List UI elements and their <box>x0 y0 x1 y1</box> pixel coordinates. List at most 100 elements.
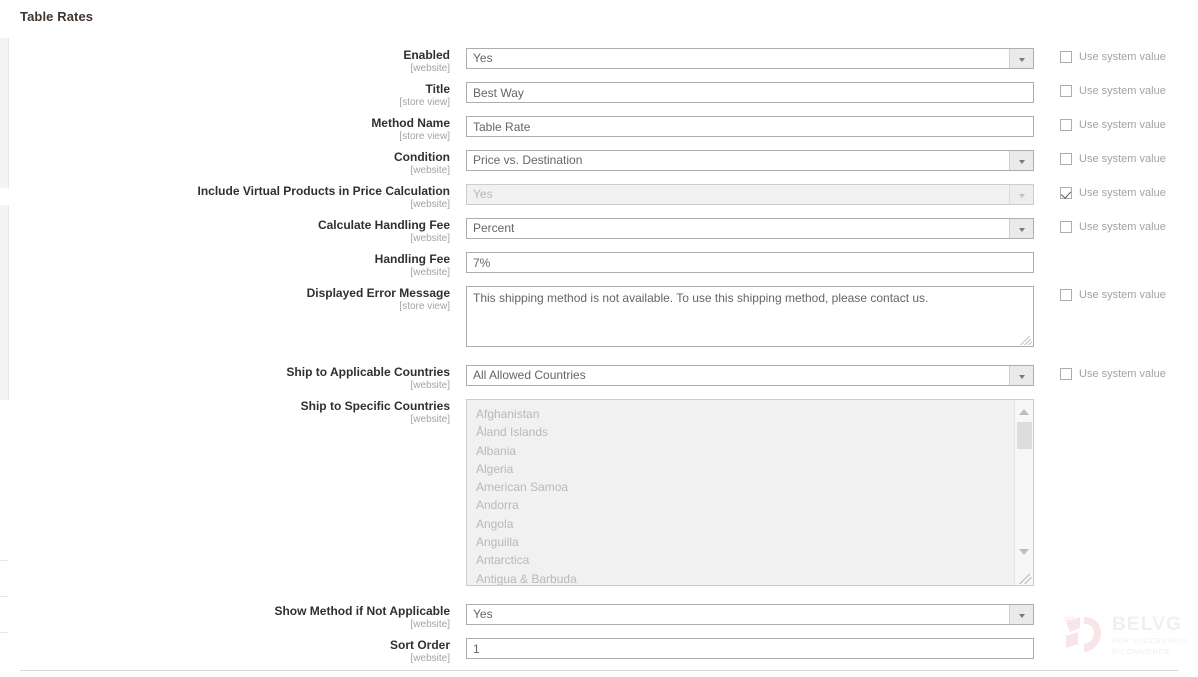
field-label-calculate_handling_fee: Calculate Handling Fee [website] <box>0 218 460 245</box>
ship_to_specific_countries-multiselect: Afghanistan Åland Islands Albania Algeria Am… <box>466 399 1034 586</box>
field-control-ship_to_applicable_countries: All Allowed Countries <box>466 365 1034 386</box>
include_virtual_products-selected-value: Yes <box>473 187 493 201</box>
field-scope-text: [website] <box>410 233 450 244</box>
use-system-value-calculate_handling_fee[interactable]: Use system value <box>1060 221 1166 233</box>
chevron-down-icon <box>1009 185 1033 204</box>
field-label-sort_order: Sort Order [website] <box>0 638 460 665</box>
field-label-text: Title <box>425 82 450 96</box>
field-control-show_method_if_not_applicable: Yes <box>466 604 1034 625</box>
include_virtual_products-select: Yes <box>466 184 1034 205</box>
scroll-up-icon[interactable] <box>1019 409 1029 415</box>
checkbox-icon[interactable] <box>1060 85 1072 97</box>
scrollbar-thumb[interactable] <box>1017 422 1032 449</box>
use-system-value-label: Use system value <box>1079 368 1166 380</box>
checkbox-icon[interactable] <box>1060 119 1072 131</box>
use-system-value-label: Use system value <box>1079 153 1166 165</box>
left-edge-tick <box>0 596 8 597</box>
field-control-title <box>466 82 1034 103</box>
field-scope-text: [website] <box>410 380 450 391</box>
use-system-value-label: Use system value <box>1079 221 1166 233</box>
field-control-handling_fee <box>466 252 1034 273</box>
use-system-value-ship_to_applicable_countries[interactable]: Use system value <box>1060 368 1166 380</box>
use-system-value-include_virtual_products[interactable]: Use system value <box>1060 187 1166 199</box>
field-scope-text: [website] <box>410 414 450 425</box>
field-scope-text: [website] <box>410 199 450 210</box>
use-system-value-title[interactable]: Use system value <box>1060 85 1166 97</box>
field-control-include_virtual_products: Yes <box>466 184 1034 205</box>
list-item: Albania <box>476 443 517 458</box>
show_method_if_not_applicable-selected-value: Yes <box>473 607 493 621</box>
left-edge-tick <box>0 560 8 561</box>
page-title: Table Rates <box>20 9 94 24</box>
method_name-input[interactable] <box>466 116 1034 137</box>
field-label-ship_to_specific_countries: Ship to Specific Countries [website] <box>0 399 460 426</box>
sort_order-input[interactable] <box>466 638 1034 659</box>
field-label-ship_to_applicable_countries: Ship to Applicable Countries [website] <box>0 365 460 392</box>
field-scope-text: [store view] <box>399 97 450 108</box>
displayed_error_message-textarea[interactable]: This shipping method is not available. T… <box>466 286 1034 347</box>
list-item: Anguilla <box>476 535 519 550</box>
enabled-select[interactable]: Yes <box>466 48 1034 69</box>
belvg-watermark: 101 BELVG FOR SUCCESSFUL E-COMMERCE <box>1062 612 1194 660</box>
checkbox-icon[interactable] <box>1060 187 1072 199</box>
use-system-value-method_name[interactable]: Use system value <box>1060 119 1166 131</box>
ship_to_applicable_countries-select[interactable]: All Allowed Countries <box>466 365 1034 386</box>
checkbox-icon[interactable] <box>1060 51 1072 63</box>
checkbox-icon[interactable] <box>1060 368 1072 380</box>
show_method_if_not_applicable-select[interactable]: Yes <box>466 604 1034 625</box>
displayed_error_message-textarea-value: This shipping method is not available. T… <box>473 291 929 305</box>
field-label-text: Ship to Specific Countries <box>300 399 450 413</box>
field-label-method_name: Method Name [store view] <box>0 116 460 143</box>
handling_fee-input[interactable] <box>466 252 1034 273</box>
scroll-down-icon[interactable] <box>1019 549 1029 555</box>
field-label-handling_fee: Handling Fee [website] <box>0 252 460 279</box>
field-control-condition: Price vs. Destination <box>466 150 1034 171</box>
belvg-tagline-2: E-COMMERCE <box>1112 647 1171 656</box>
list-item: Algeria <box>476 461 514 476</box>
scrollbar[interactable] <box>1014 400 1033 585</box>
field-label-text: Displayed Error Message <box>306 286 450 300</box>
belvg-tagline-1: FOR SUCCESSFUL <box>1112 636 1189 645</box>
chevron-down-icon[interactable] <box>1009 49 1033 68</box>
chevron-down-icon[interactable] <box>1009 219 1033 238</box>
field-label-include_virtual_products: Include Virtual Products in Price Calcul… <box>0 184 460 211</box>
chevron-down-icon[interactable] <box>1009 151 1033 170</box>
field-label-text: Handling Fee <box>374 252 450 266</box>
list-item: Antarctica <box>476 553 530 568</box>
field-label-text: Calculate Handling Fee <box>317 218 450 232</box>
condition-select[interactable]: Price vs. Destination <box>466 150 1034 171</box>
chevron-down-icon[interactable] <box>1009 605 1033 624</box>
field-label-enabled: Enabled [website] <box>0 48 460 75</box>
checkbox-icon[interactable] <box>1060 153 1072 165</box>
resize-grip-icon[interactable] <box>1019 571 1032 584</box>
resize-grip-icon[interactable] <box>1020 333 1032 345</box>
field-label-text: Condition <box>394 150 450 164</box>
use-system-value-displayed_error_message[interactable]: Use system value <box>1060 289 1166 301</box>
field-label-text: Enabled <box>403 48 450 62</box>
field-scope-text: [website] <box>410 63 450 74</box>
field-control-calculate_handling_fee: Percent <box>466 218 1034 239</box>
country-option-list: Afghanistan Åland Islands Albania Algeria Am… <box>467 400 1014 585</box>
belvg-name: BELVG <box>1112 614 1183 635</box>
checkbox-icon[interactable] <box>1060 289 1072 301</box>
enabled-selected-value: Yes <box>473 51 493 65</box>
field-label-show_method_if_not_applicable: Show Method if Not Applicable [website] <box>0 604 460 631</box>
use-system-value-label: Use system value <box>1079 187 1166 199</box>
field-scope-text: [store view] <box>399 131 450 142</box>
chevron-down-icon[interactable] <box>1009 366 1033 385</box>
list-item: Angola <box>476 516 514 531</box>
list-item: Afghanistan <box>476 407 540 421</box>
field-control-displayed_error_message: This shipping method is not available. T… <box>466 286 1034 347</box>
checkbox-icon[interactable] <box>1060 221 1072 233</box>
field-scope-text: [website] <box>410 267 450 278</box>
table-rates-config-page: Table Rates Enabled [website] Yes Use syste… <box>0 0 1198 677</box>
use-system-value-condition[interactable]: Use system value <box>1060 153 1166 165</box>
list-item: Andorra <box>476 498 519 513</box>
title-input[interactable] <box>466 82 1034 103</box>
field-control-sort_order <box>466 638 1034 659</box>
use-system-value-enabled[interactable]: Use system value <box>1060 51 1166 63</box>
calculate_handling_fee-selected-value: Percent <box>473 221 515 235</box>
calculate_handling_fee-select[interactable]: Percent <box>466 218 1034 239</box>
field-scope-text: [website] <box>410 619 450 630</box>
field-label-text: Show Method if Not Applicable <box>274 604 450 618</box>
